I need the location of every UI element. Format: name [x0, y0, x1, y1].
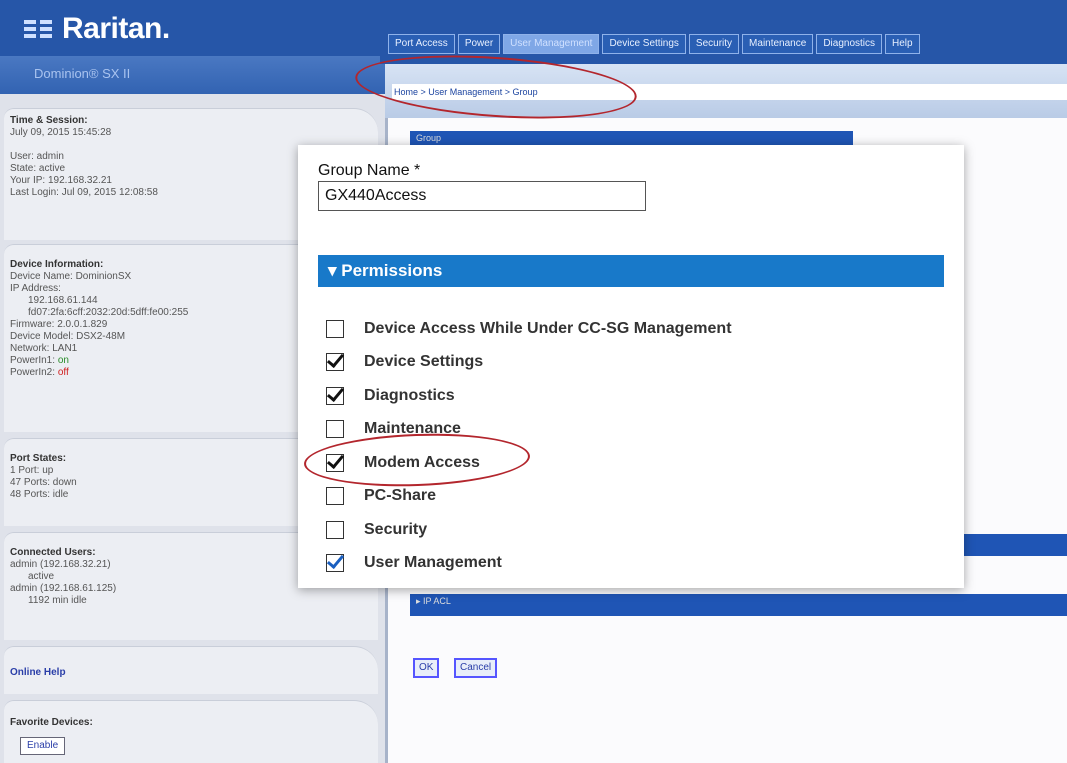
- tab-diagnostics[interactable]: Diagnostics: [816, 34, 883, 54]
- online-help-link[interactable]: Online Help: [10, 667, 66, 678]
- powerin2-label: PowerIn2:: [10, 367, 56, 378]
- brand-name: Raritan.: [62, 12, 170, 45]
- permission-device-settings: Device Settings: [326, 346, 732, 380]
- connected-user-2-status: 1192 min idle: [28, 595, 87, 606]
- group-name-input[interactable]: [318, 181, 646, 211]
- permission-device-access-cc-sg: Device Access While Under CC-SG Manageme…: [326, 312, 732, 346]
- ip-acl-label: IP ACL: [423, 596, 451, 606]
- product-name: Dominion® SX II: [34, 66, 131, 81]
- powerin1-label: PowerIn1:: [10, 355, 56, 366]
- ip-acl-arrow-icon: ▸: [416, 596, 424, 606]
- online-help-panel: Online Help: [4, 646, 378, 694]
- ok-button[interactable]: OK: [413, 658, 440, 678]
- tab-security[interactable]: Security: [688, 34, 740, 54]
- checkbox-device-settings[interactable]: [326, 353, 344, 372]
- permission-pc-share: PC-Share: [326, 480, 732, 514]
- tab-power[interactable]: Power: [457, 34, 501, 54]
- checkbox-diagnostics[interactable]: [326, 386, 344, 405]
- checkbox-pc-share[interactable]: [326, 487, 344, 506]
- permission-label: PC-Share: [364, 487, 437, 505]
- raritan-logo-icon: [24, 18, 54, 40]
- permission-diagnostics: Diagnostics: [326, 379, 732, 413]
- favorite-devices-panel: Favorite Devices: Enable: [4, 700, 378, 763]
- permission-label: Device Access While Under CC-SG Manageme…: [364, 319, 732, 337]
- ip-acl-header[interactable]: ▸ IP ACL: [410, 594, 1067, 616]
- group-dialog: Group Name * ▾ Permissions Device Access…: [298, 145, 964, 588]
- cancel-button[interactable]: Cancel: [454, 658, 498, 678]
- time-session-heading: Time & Session:: [10, 115, 88, 126]
- raritan-logo: Raritan.: [24, 12, 170, 46]
- permissions-section-bar: [963, 534, 1067, 556]
- top-navigation: [380, 0, 1067, 64]
- powerin2-status: off: [57, 367, 69, 378]
- permission-user-management: User Management: [326, 547, 732, 581]
- checkbox-device-access-cc-sg[interactable]: [326, 319, 344, 338]
- group-name-label: Group Name *: [318, 162, 421, 179]
- favorite-devices-heading: Favorite Devices:: [10, 717, 93, 728]
- session-datetime: July 09, 2015 15:45:28: [10, 127, 112, 138]
- tab-port-access[interactable]: Port Access: [388, 34, 455, 54]
- tab-user-management[interactable]: User Management: [503, 34, 600, 54]
- powerin1-status: on: [57, 355, 69, 366]
- permission-label: Diagnostics: [364, 386, 455, 404]
- permission-label: Maintenance: [364, 420, 461, 438]
- tab-device-settings[interactable]: Device Settings: [602, 34, 686, 54]
- enable-button[interactable]: Enable: [20, 737, 66, 755]
- breadcrumb[interactable]: Home > User Management > Group: [392, 84, 1067, 100]
- permission-label: Security: [364, 520, 428, 538]
- checkbox-user-management[interactable]: [326, 554, 344, 573]
- checkbox-maintenance[interactable]: [326, 420, 344, 439]
- checkbox-security[interactable]: [326, 520, 344, 539]
- tab-maintenance[interactable]: Maintenance: [742, 34, 814, 54]
- product-bar: Dominion® SX II: [0, 56, 390, 94]
- permission-label: User Management: [364, 554, 502, 572]
- permission-maintenance: Maintenance: [326, 413, 732, 447]
- permissions-list: Device Access While Under CC-SG Manageme…: [326, 312, 732, 580]
- group-section-header: Group: [410, 131, 853, 145]
- logo-bar: Raritan.: [0, 0, 390, 56]
- permission-security: Security: [326, 513, 732, 547]
- permission-modem-access: Modem Access: [326, 446, 732, 480]
- checkbox-modem-access[interactable]: [326, 453, 344, 472]
- permissions-header[interactable]: ▾ Permissions: [318, 255, 944, 287]
- permissions-header-label: Permissions: [341, 261, 443, 280]
- permission-label: Modem Access: [364, 453, 480, 471]
- permission-label: Device Settings: [364, 353, 484, 371]
- tab-help[interactable]: Help: [885, 34, 920, 54]
- nav-tabs: Port Access Power User Management Device…: [388, 34, 920, 54]
- collapse-triangle-icon: ▾: [328, 261, 342, 280]
